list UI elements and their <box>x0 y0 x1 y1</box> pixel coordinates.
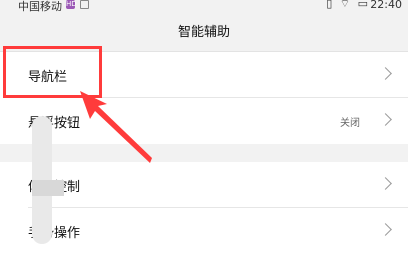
signal-wifi-battery-icon: ▯ ⌔ ▭ <box>326 0 370 10</box>
image-notification-icon <box>80 0 89 9</box>
watermark-blur <box>32 180 64 196</box>
row-value: 关闭 <box>340 118 360 129</box>
hd-badge: HD <box>66 0 77 9</box>
status-time: 22:40 <box>370 0 402 11</box>
chevron-right-icon <box>379 113 392 126</box>
carrier-name: 中国移动 <box>18 0 62 13</box>
status-bar: 中国移动 HD ▯ ⌔ ▭ 22:40 <box>0 0 408 14</box>
chevron-right-icon <box>379 223 392 236</box>
settings-row-floating-button[interactable]: 悬浮按钮 关闭 <box>0 98 408 144</box>
settings-row-gesture-operation[interactable]: 手势操作 <box>0 208 408 254</box>
chevron-right-icon <box>379 177 392 190</box>
chevron-right-icon <box>379 67 392 80</box>
highlight-box <box>3 46 102 98</box>
section-gap <box>0 144 408 162</box>
